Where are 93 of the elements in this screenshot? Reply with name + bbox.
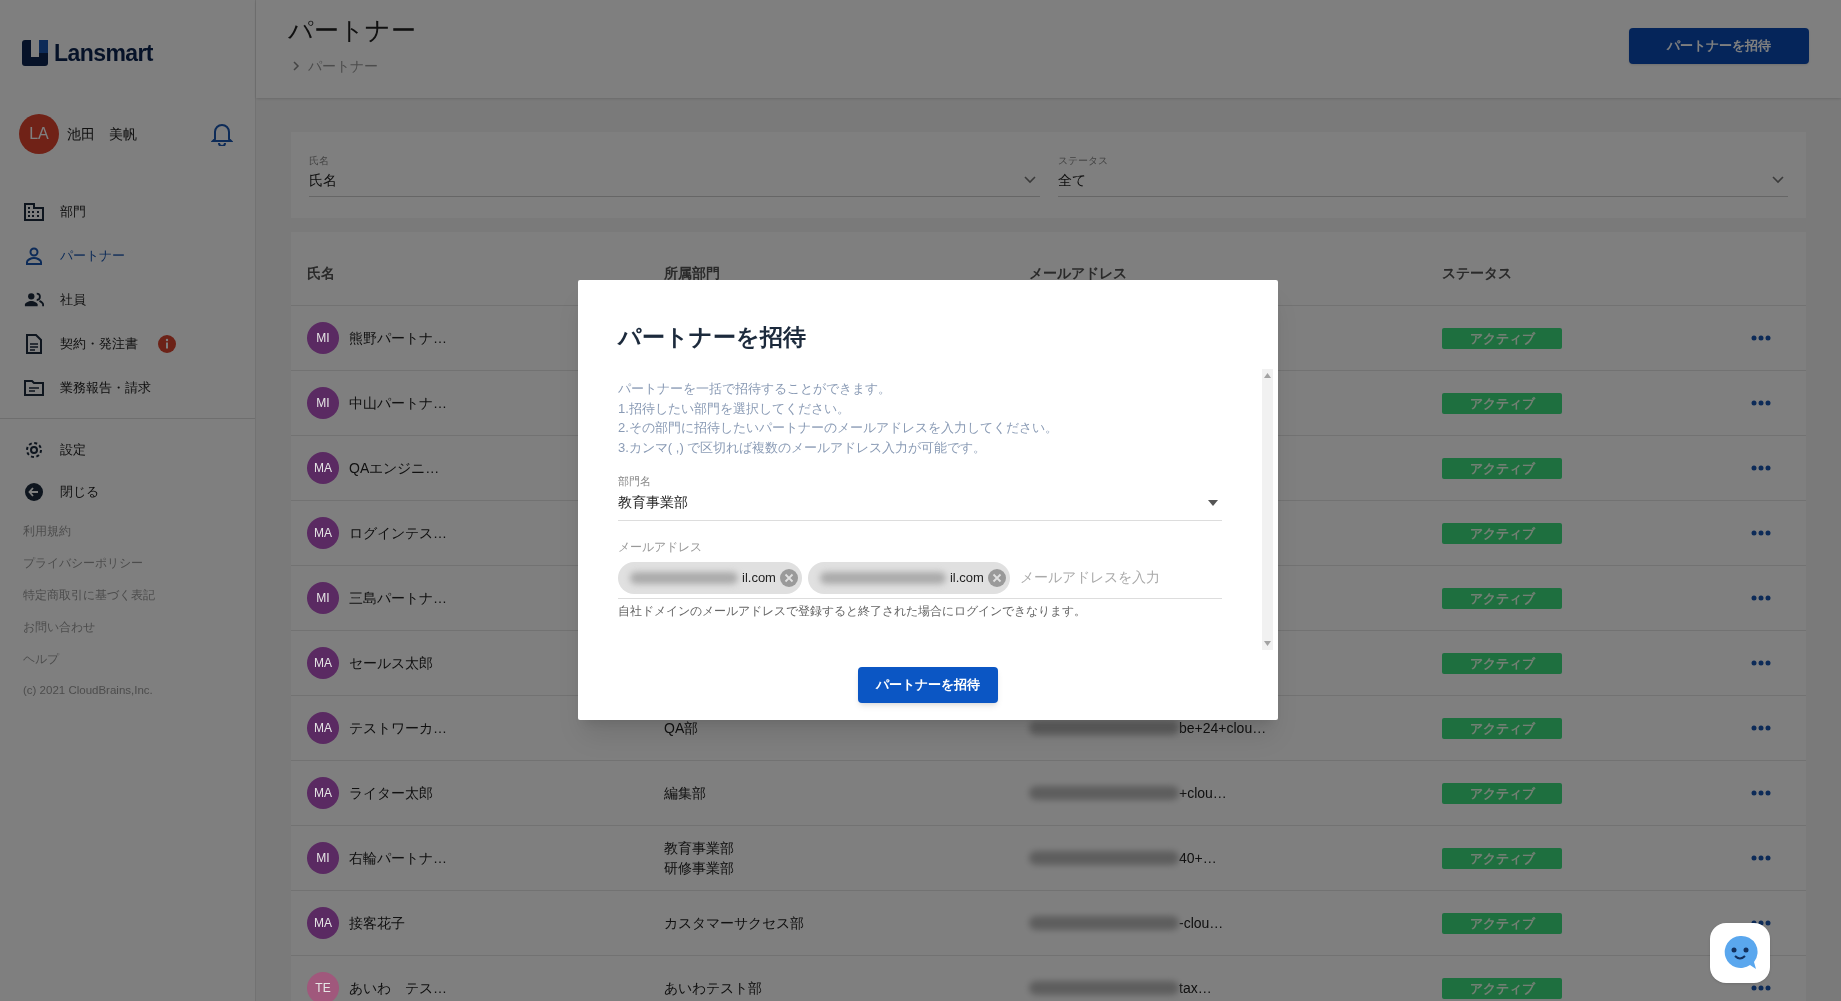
table-cell-text: 接客花子 <box>349 913 405 933</box>
avatar: MA <box>307 517 339 549</box>
table-cell-text: ログインテス… <box>349 523 447 543</box>
status-badge: アクティブ <box>1442 718 1562 740</box>
status-badge: アクティブ <box>1442 328 1562 350</box>
column-header: 所属部門 <box>664 264 721 283</box>
table-cell-text: カスタマーサクセス部 <box>664 914 804 933</box>
avatar: MA <box>307 777 339 809</box>
chat-button[interactable] <box>1710 923 1770 983</box>
nav-item[interactable]: パートナー <box>0 234 255 278</box>
status-badge: アクティブ <box>1442 913 1562 935</box>
chevron-right-icon <box>292 60 300 72</box>
avatar: MI <box>307 582 339 614</box>
email-chip[interactable]: il.com <box>807 561 1010 594</box>
building-icon <box>24 203 44 221</box>
instruction-text: パートナーを一括で招待することができます。 <box>618 380 892 398</box>
table-cell-text: be+24+clou… <box>1179 718 1267 738</box>
nav-item[interactable]: 社員 <box>0 278 255 322</box>
avatar: MI <box>307 842 339 874</box>
nav-item[interactable]: 業務報告・請求 <box>0 366 255 410</box>
table-cell-text: 40+… <box>1179 848 1217 868</box>
column-header: ステータス <box>1442 264 1513 283</box>
nav-item[interactable]: 設定 <box>0 429 255 471</box>
instruction-text: 2.その部門に招待したいパートナーのメールアドレスを入力してください。 <box>618 419 1059 437</box>
table-cell-text: テストワーカ… <box>349 718 447 738</box>
avatar: MA <box>307 647 339 679</box>
field-label: メールアドレス <box>618 538 703 556</box>
field-label: 部門名 <box>618 474 652 489</box>
avatar: MA <box>307 452 339 484</box>
table-cell-text: セールス太郎 <box>349 653 433 673</box>
avatar: MA <box>307 907 339 939</box>
email-input[interactable]: メールアドレスを入力 <box>1019 567 1222 588</box>
page-title: パートナー <box>288 15 416 46</box>
scrollbar[interactable] <box>1262 369 1273 650</box>
nav-item[interactable]: 閉じる <box>0 471 255 513</box>
people-icon <box>24 292 44 308</box>
settings-icon <box>24 440 44 460</box>
email-chip[interactable]: il.com <box>618 561 802 594</box>
department-select[interactable]: 教育事業部 <box>618 489 1222 516</box>
hint-text: 自社ドメインのメールアドレスで登録すると終了された場合にログインできなります。 <box>618 603 1087 620</box>
nav-item[interactable]: 契約・発注書 <box>0 322 255 366</box>
status-badge: アクティブ <box>1442 783 1562 805</box>
table-cell-text: 熊野パートナ… <box>349 328 447 348</box>
table-cell-text: QA部 <box>664 719 699 738</box>
document-icon <box>26 334 42 354</box>
folder-icon <box>24 380 44 396</box>
nav-item[interactable]: 部門 <box>0 190 255 234</box>
table-cell-text: -clou… <box>1179 913 1224 933</box>
instruction-text: 3.カンマ( ,) で区切れば複数のメールアドレス入力が可能です。 <box>618 438 988 457</box>
table-cell-text: tax… <box>1179 978 1212 998</box>
invite-button[interactable]: パートナーを招待 <box>1629 28 1809 64</box>
table-cell-text: あいわテスト部 <box>664 979 762 998</box>
chevron-down-icon <box>1772 176 1784 184</box>
bell-icon[interactable] <box>211 122 233 146</box>
table-cell-text: 研修事業部 <box>664 859 734 878</box>
status-badge: アクティブ <box>1442 588 1562 610</box>
column-header: 氏名 <box>307 264 336 283</box>
instruction-text: 1.招待したい部門を選択してください。 <box>618 399 851 418</box>
status-badge: アクティブ <box>1442 978 1562 1000</box>
status-badge: アクティブ <box>1442 458 1562 480</box>
dialog-title: パートナーを招待 <box>616 323 807 352</box>
filter-select[interactable]: 全て <box>1057 168 1788 192</box>
table-cell-text: +clou… <box>1179 783 1227 803</box>
scroll-down-icon[interactable] <box>1264 641 1271 646</box>
chevron-down-icon <box>1023 176 1036 184</box>
table-cell-text: ライター太郎 <box>349 783 433 803</box>
table-cell-text: 編集部 <box>664 784 706 803</box>
user-name: 池田 美帆 <box>67 124 137 144</box>
scroll-up-icon[interactable] <box>1264 373 1271 378</box>
avatar: MI <box>307 387 339 419</box>
avatar: TE <box>307 972 339 1001</box>
status-badge: アクティブ <box>1442 848 1562 870</box>
table-cell-text: 三島パートナ… <box>349 588 447 608</box>
avatar: MA <box>307 712 339 744</box>
table-cell-text: QAエンジニ… <box>349 458 440 478</box>
logo-icon <box>22 40 48 66</box>
table-cell-text: 右輪パートナ… <box>349 848 447 868</box>
brand-name: Lansmart <box>54 38 153 68</box>
filter-select[interactable]: 氏名 <box>309 168 1040 192</box>
user-avatar[interactable]: LA <box>19 114 59 154</box>
table-cell-text: あいわ テス… <box>349 978 447 998</box>
remove-chip-icon[interactable] <box>779 568 798 587</box>
dropdown-caret-icon <box>1208 499 1218 506</box>
invite-submit-button[interactable]: パートナーを招待 <box>858 667 998 703</box>
table-cell-text: 中山パートナ… <box>349 393 447 413</box>
column-header: メールアドレス <box>1029 264 1128 283</box>
avatar: MI <box>307 322 339 354</box>
table-cell-text: 教育事業部 <box>664 839 734 858</box>
status-badge: アクティブ <box>1442 523 1562 545</box>
status-badge: アクティブ <box>1442 653 1562 675</box>
person-icon <box>25 247 43 265</box>
status-badge: アクティブ <box>1442 393 1562 415</box>
remove-chip-icon[interactable] <box>987 568 1006 587</box>
